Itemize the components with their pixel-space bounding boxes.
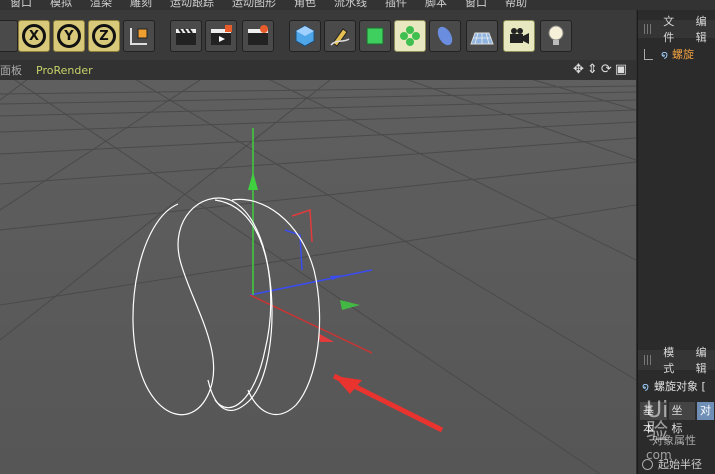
light-bulb-icon: [548, 25, 564, 45]
floor-grid-icon: [470, 32, 494, 45]
deformer-icon: [437, 26, 453, 46]
coordinate-system-button[interactable]: [123, 20, 155, 52]
x-axis-icon: X: [22, 24, 46, 48]
helix-spline: [132, 197, 321, 416]
attribute-manager-header: 模式 编辑: [638, 346, 715, 375]
file-menu[interactable]: 文件: [663, 13, 683, 45]
menu-bar: 窗口 模拟 渲染 雕刻 运动跟踪 运动图形 角色 流水线 插件 脚本 窗口 帮助: [0, 0, 715, 10]
clapper-gear-icon: [248, 25, 268, 45]
clapper-icon: [176, 28, 196, 45]
panel-menu[interactable]: 面板: [0, 62, 22, 78]
menu-item-10[interactable]: 窗口: [465, 0, 487, 9]
menu-item-3[interactable]: 雕刻: [130, 0, 152, 9]
3d-viewport[interactable]: [0, 80, 636, 474]
floor-button[interactable]: [466, 20, 498, 52]
menu-item-11[interactable]: 帮助: [505, 0, 527, 9]
pen-tool-button[interactable]: [324, 20, 356, 52]
z-axis-icon: Z: [92, 24, 116, 48]
render-to-picture-viewer-button[interactable]: [205, 20, 237, 52]
tree-line: [644, 48, 653, 60]
y-axis-lock-button[interactable]: Y: [53, 20, 85, 52]
coordinate-system-icon: [130, 28, 148, 45]
attr-edit-menu[interactable]: 编辑: [696, 344, 715, 376]
menu-item-7[interactable]: 流水线: [334, 0, 367, 9]
menu-item-6[interactable]: 角色: [294, 0, 316, 9]
watermark: Ui 验 com: [640, 400, 715, 474]
viewport-scene: [0, 80, 636, 474]
floor-grid: [0, 80, 636, 474]
helix-object-icon: ໑: [642, 380, 650, 393]
z-axis-lock-button[interactable]: Z: [88, 20, 120, 52]
cloner-icon: [400, 26, 420, 46]
mode-menu[interactable]: 模式: [663, 344, 683, 376]
light-button[interactable]: [540, 20, 572, 52]
object-row-helix[interactable]: ໑ 螺旋: [644, 46, 694, 62]
subdivision-cube-icon: [366, 27, 384, 45]
x-axis-lock-button[interactable]: X: [18, 20, 50, 52]
menu-item-9[interactable]: 脚本: [425, 0, 447, 9]
pen-icon: [330, 28, 350, 47]
attribute-title-text: 螺旋对象 [: [654, 380, 706, 393]
object-manager-header: 文件 编辑: [638, 15, 715, 44]
cube-icon: [295, 25, 315, 47]
prorender-menu[interactable]: ProRender: [36, 64, 93, 77]
viewport-header: 面板 ProRender ✥⇕⟳▣: [0, 60, 636, 80]
menu-item-1[interactable]: 模拟: [50, 0, 72, 9]
menu-item-8[interactable]: 插件: [385, 0, 407, 9]
menu-item-5[interactable]: 运动图形: [232, 0, 276, 9]
watermark-line1: Ui: [646, 398, 669, 423]
render-view-button[interactable]: [170, 20, 202, 52]
main-toolbar: X Y Z: [0, 10, 636, 60]
clapper-play-icon: [211, 25, 232, 45]
watermark-line3: com: [646, 448, 672, 462]
menu-item-0[interactable]: 窗口: [10, 0, 32, 9]
menu-item-4[interactable]: 运动跟踪: [170, 0, 214, 9]
attribute-title: ໑ 螺旋对象 [: [642, 378, 706, 394]
watermark-line2: 验: [646, 420, 669, 445]
red-annotation-arrow: [332, 373, 444, 433]
cloner-button[interactable]: [394, 20, 426, 52]
grip-icon-2[interactable]: [644, 355, 654, 365]
object-name: 螺旋: [672, 48, 695, 61]
menu-items: 窗口 模拟 渲染 雕刻 运动跟踪 运动图形 角色 流水线 插件 脚本 窗口 帮助: [10, 0, 545, 10]
subdivision-button[interactable]: [359, 20, 391, 52]
toolbar-button-partial[interactable]: [0, 20, 18, 52]
grip-icon[interactable]: [644, 24, 654, 34]
y-axis-icon: Y: [57, 24, 81, 48]
menu-item-2[interactable]: 渲染: [90, 0, 112, 9]
cube-primitive-button[interactable]: [289, 20, 321, 52]
camera-icon: [510, 28, 529, 44]
deformer-button[interactable]: [429, 20, 461, 52]
camera-button[interactable]: [503, 20, 535, 52]
helix-icon: ໑: [661, 47, 669, 61]
render-settings-button[interactable]: [242, 20, 274, 52]
viewport-nav-icons[interactable]: ✥⇕⟳▣: [573, 62, 630, 77]
edit-menu[interactable]: 编辑: [696, 13, 715, 45]
